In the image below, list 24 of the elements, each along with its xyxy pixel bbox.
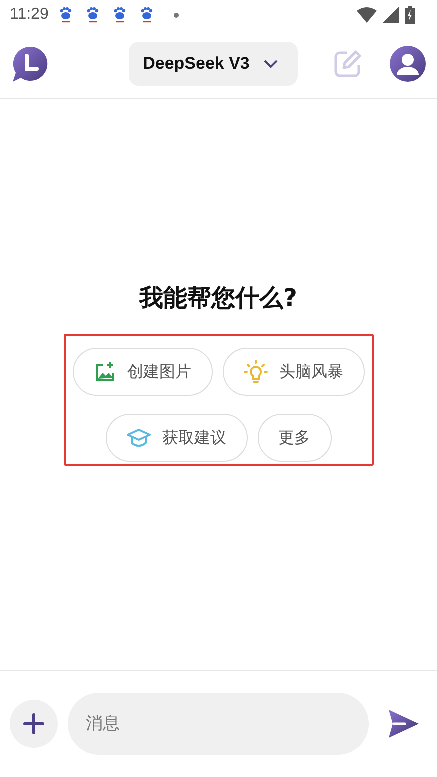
status-time: 11:29: [10, 6, 49, 24]
paw-icon: [86, 7, 100, 23]
chat-history-icon[interactable]: [12, 45, 50, 83]
graduation-cap-icon: [126, 427, 150, 449]
battery-icon: [405, 6, 415, 24]
paw-icon: [140, 7, 154, 23]
suggestion-chip[interactable]: 更多: [258, 414, 332, 462]
paw-icon: [112, 7, 127, 23]
suggestion-chip[interactable]: 创建图片: [72, 348, 212, 396]
profile-avatar-icon[interactable]: [388, 45, 427, 83]
notification-dot-icon: [174, 12, 179, 18]
lightbulb-icon: [244, 360, 268, 384]
plus-icon: [23, 713, 45, 735]
message-field[interactable]: 消息: [68, 693, 369, 755]
chevron-down-icon: [264, 60, 278, 68]
add-button[interactable]: [10, 700, 58, 748]
model-selector[interactable]: DeepSeek V3: [129, 42, 298, 86]
suggestion-chip[interactable]: 获取建议: [106, 414, 248, 462]
suggestion-chip[interactable]: 头脑风暴: [222, 348, 364, 396]
wifi-icon: [357, 7, 377, 23]
prompt-title: 我能帮您什么?: [140, 283, 298, 314]
paw-icon: [58, 7, 73, 23]
image-icon: [94, 361, 116, 383]
signal-icon: [383, 7, 399, 23]
